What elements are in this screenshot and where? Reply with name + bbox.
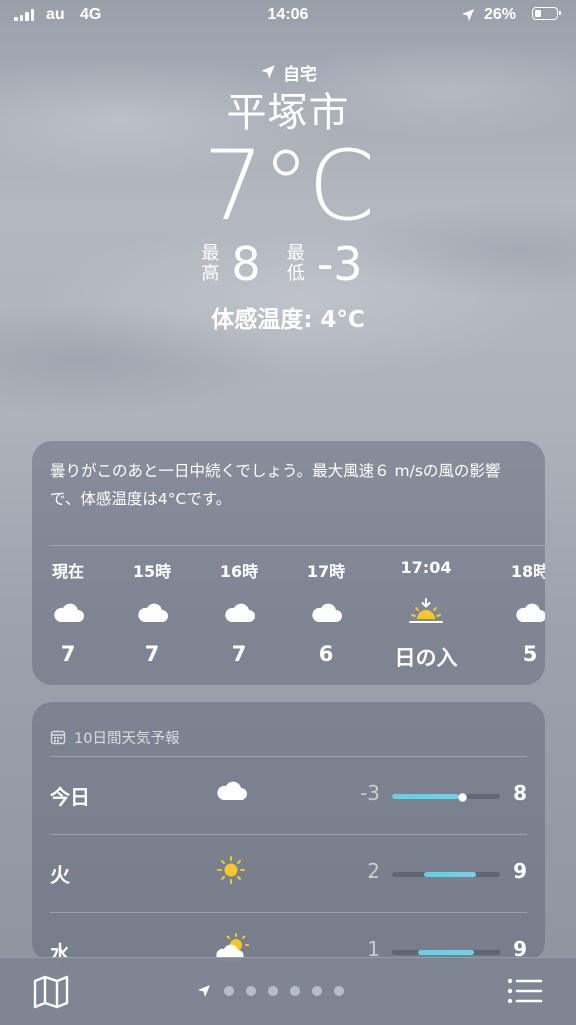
cloud-icon [296, 592, 356, 632]
temperature-range-fill [417, 950, 475, 955]
hour-temp: 7 [231, 642, 247, 666]
hour-temp: 日の入 [394, 646, 458, 670]
battery-percentage: 26% [484, 6, 517, 23]
location-arrow-icon [462, 9, 474, 21]
hour-item: 現在 7 [38, 546, 98, 666]
forecast-row[interactable]: 今日 -3 8 [50, 756, 527, 834]
sunset-icon [386, 592, 466, 632]
current-location-icon [198, 985, 210, 997]
forecast-low: 2 [367, 859, 380, 883]
location-arrow-icon [261, 65, 275, 79]
hour-label: 17:04 [400, 558, 452, 577]
location-label: 自宅 [283, 64, 317, 85]
hour-temp: 6 [318, 642, 334, 666]
low-label: 最低 [286, 243, 305, 284]
temperature-range-fill [424, 872, 477, 877]
hour-item: 18時 5 [500, 546, 545, 666]
page-dot[interactable] [334, 986, 344, 996]
map-icon[interactable] [32, 975, 70, 1009]
low-temp: -3 [316, 237, 363, 291]
current-weather: 自宅 平塚市 7°C 最高 8 最低 -3 体感温度: 4°C [0, 60, 576, 334]
forecast-day: 今日 [50, 785, 90, 809]
cloud-icon [209, 592, 269, 632]
forecast-title: 10日間天気予報 [74, 730, 180, 747]
hourly-strip[interactable]: 現在 7 15時 7 16時 7 17時 6 17:04 日の入 18時 5 [32, 546, 545, 686]
hour-label: 15時 [132, 562, 172, 581]
forecast-low: -3 [360, 781, 380, 805]
hour-item: 17時 6 [296, 546, 356, 666]
hour-label: 16時 [219, 562, 259, 581]
forecast-day: 火 [50, 863, 70, 887]
page-dot[interactable] [290, 986, 300, 996]
battery-icon [532, 7, 561, 20]
ten-day-forecast-card[interactable]: 10日間天気予報 今日 -3 8 火 2 9 水 1 9 [32, 702, 545, 962]
hour-label: 17時 [306, 562, 346, 581]
page-indicator[interactable] [196, 983, 344, 999]
status-bar: au 4G 14:06 26% [0, 0, 576, 32]
page-dot[interactable] [224, 986, 234, 996]
hour-temp: 7 [144, 642, 160, 666]
hour-label: 18時 [510, 562, 545, 581]
current-temperature: 7°C [202, 130, 375, 242]
temperature-range-bar [392, 872, 500, 877]
high-low: 最高 8 最低 -3 [0, 236, 576, 292]
calendar-icon [50, 730, 66, 745]
bottom-toolbar [0, 957, 576, 1025]
location-row: 自宅 [0, 60, 576, 85]
cloud-icon [38, 592, 98, 632]
current-temp-marker [458, 793, 468, 802]
hour-item: 17:04 日の入 [386, 546, 466, 672]
hour-label: 現在 [51, 562, 84, 581]
sun-icon [214, 855, 248, 889]
hour-temp: 5 [522, 642, 538, 666]
temperature-range-bar [392, 793, 500, 802]
page-dot[interactable] [246, 986, 256, 996]
list-icon[interactable] [506, 976, 544, 1006]
hour-item: 16時 7 [209, 546, 269, 666]
forecast-row[interactable]: 水 1 9 [50, 912, 527, 962]
feels-like: 体感温度: 4°C [211, 307, 365, 333]
forecast-high: 8 [513, 781, 527, 805]
cloud-icon [500, 592, 545, 632]
forecast-high: 9 [513, 859, 527, 883]
forecast-summary: 曇りがこのあと一日中続くでしょう。最大風速６ m/sの風の影響で、体感温度は4°… [50, 462, 501, 508]
high-label: 最高 [201, 243, 220, 284]
page-dot[interactable] [268, 986, 278, 996]
hour-item: 15時 7 [122, 546, 182, 666]
hourly-forecast-card[interactable]: 曇りがこのあと一日中続くでしょう。最大風速６ m/sの風の影響で、体感温度は4°… [32, 441, 545, 685]
high-temp: 8 [231, 237, 261, 291]
hour-temp: 7 [60, 642, 76, 666]
temperature-range-bar [392, 950, 500, 955]
temperature-range-fill [392, 794, 459, 799]
forecast-header: 10日間天気予報 [32, 702, 545, 756]
page-dot[interactable] [312, 986, 322, 996]
forecast-row[interactable]: 火 2 9 [50, 834, 527, 912]
cloud-icon [122, 592, 182, 632]
cloud-icon [214, 777, 248, 807]
